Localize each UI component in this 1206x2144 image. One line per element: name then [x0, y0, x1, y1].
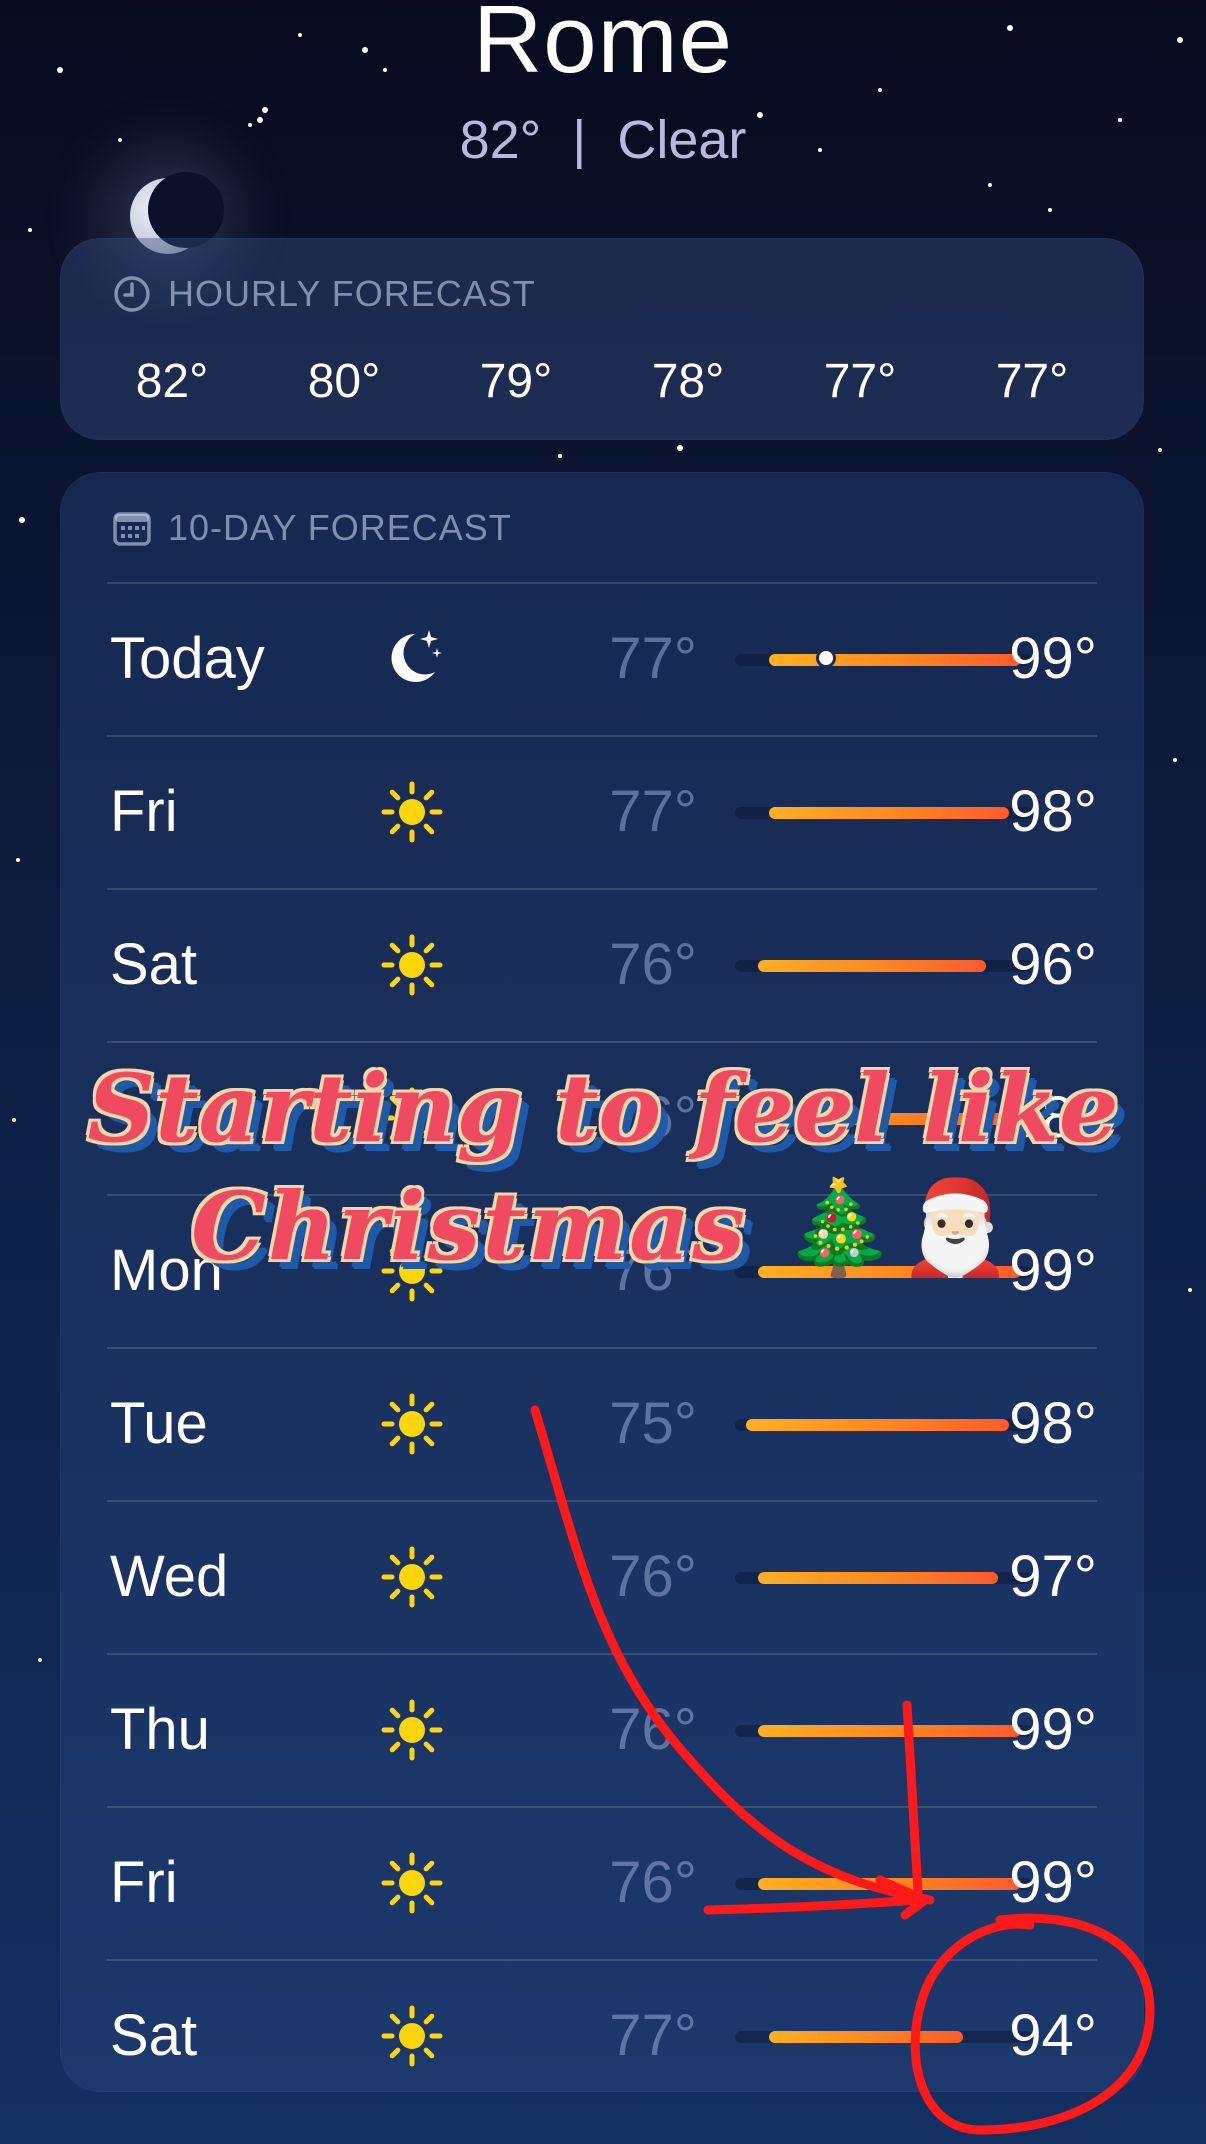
forecast-low: 76° [609, 932, 697, 997]
forecast-row[interactable]: 76° 98° [107, 1041, 1097, 1194]
forecast-day: Fri [110, 779, 178, 844]
forecast-day: Wed [110, 1544, 229, 1609]
temp-range-bar [769, 2031, 964, 2043]
sun-icon [381, 1699, 443, 1761]
forecast-row[interactable]: Today 77° 99° [107, 582, 1097, 735]
hourly-temp: 77° [995, 355, 1069, 408]
forecast-high: 99° [1009, 626, 1097, 691]
sun-icon [381, 934, 443, 996]
forecast-high: 96° [1009, 932, 1097, 997]
hourly-forecast-card[interactable]: HOURLY FORECAST 82° 80° 79° 78° 77° 77° [60, 238, 1144, 440]
hourly-temp: 78° [651, 355, 725, 408]
forecast-high: 94° [1009, 2003, 1097, 2068]
forecast-day: Sat [110, 932, 198, 997]
forecast-row[interactable]: Wed 76° 97° [107, 1500, 1097, 1653]
forecast-low: 77° [609, 779, 697, 844]
forecast-high: 99° [1009, 1697, 1097, 1762]
forecast-low: 75° [609, 1391, 697, 1456]
forecast-low: 77° [609, 626, 697, 691]
forecast-day: Today [110, 626, 265, 691]
moon-stars-icon [391, 630, 442, 682]
forecast-high: 97° [1009, 1544, 1097, 1609]
hourly-temp: 80° [307, 355, 381, 408]
forecast-low: 76° [609, 1850, 697, 1915]
forecast-row[interactable]: Sat 77° 94° [107, 1959, 1097, 2112]
forecast-low: 76° [609, 1238, 697, 1303]
hourly-temp: 82° [135, 355, 209, 408]
forecast-day: Sat [110, 2003, 198, 2068]
forecast-row[interactable]: Tue 75° 98° [107, 1347, 1097, 1500]
hourly-header: HOURLY FORECAST [112, 273, 536, 314]
sun-icon [381, 781, 443, 843]
forecast-row[interactable]: Fri 76° 99° [107, 1806, 1097, 1959]
daily-header: 10-DAY FORECAST [112, 507, 512, 548]
forecast-day: Tue [110, 1391, 208, 1456]
forecast-row[interactable]: Fri 77° 98° [107, 735, 1097, 888]
sun-icon [381, 1087, 443, 1149]
forecast-day: Thu [110, 1697, 210, 1762]
ten-day-forecast-card[interactable]: 10-DAY FORECAST Today 77° 99° Fri 77° 98° Sat 7… [60, 472, 1144, 2092]
current-summary: 82° | Clear [0, 108, 1206, 172]
forecast-low: 76° [609, 1544, 697, 1609]
sun-icon [381, 1393, 443, 1455]
forecast-high: 98° [1009, 1391, 1097, 1456]
current-temp: 82° [459, 110, 542, 170]
forecast-row[interactable]: Mon 76° 99° [107, 1194, 1097, 1347]
forecast-high: 99° [1009, 1238, 1097, 1303]
sun-icon [381, 2005, 443, 2067]
daily-rows: Today 77° 99° Fri 77° 98° Sat 76° 96° 76° 98° Mon 76… [107, 582, 1097, 2112]
daily-header-label: 10-DAY FORECAST [168, 507, 512, 548]
city-name: Rome [472, 0, 734, 93]
forecast-day: Mon [110, 1238, 223, 1303]
forecast-row[interactable]: Sat 76° 96° [107, 888, 1097, 1041]
sun-icon [381, 1240, 443, 1302]
clock-icon [114, 276, 150, 312]
forecast-high: 98° [1009, 779, 1097, 844]
forecast-low: 76° [609, 1697, 697, 1762]
hourly-header-label: HOURLY FORECAST [168, 273, 536, 314]
sun-icon [381, 1546, 443, 1608]
forecast-low: 76° [609, 1085, 697, 1150]
summary-separator: | [572, 110, 587, 170]
hourly-temps: 82° 80° 79° 78° 77° 77° [112, 354, 1092, 409]
sun-icon [381, 1852, 443, 1914]
forecast-day: Fri [110, 1850, 178, 1915]
forecast-low: 77° [609, 2003, 697, 2068]
forecast-high: 99° [1009, 1850, 1097, 1915]
calendar-icon [113, 512, 151, 546]
current-condition: Clear [617, 110, 747, 170]
hourly-temp: 77° [823, 355, 897, 408]
forecast-high: 98° [1009, 1085, 1097, 1150]
hourly-temp: 79° [479, 355, 553, 408]
temp-range-bar [757, 960, 987, 972]
forecast-row[interactable]: Thu 76° 99° [107, 1653, 1097, 1806]
